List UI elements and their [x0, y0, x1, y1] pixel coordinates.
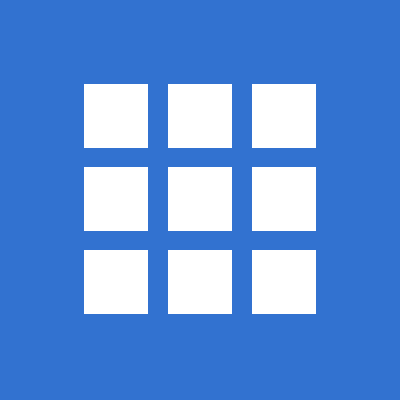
grid-tile — [168, 250, 232, 314]
grid-tile — [252, 250, 316, 314]
grid-tile — [168, 167, 232, 231]
tile-grid — [84, 84, 316, 316]
grid-tile — [84, 167, 148, 231]
grid-tile — [84, 84, 148, 148]
grid-tile — [168, 84, 232, 148]
grid-tile — [252, 84, 316, 148]
grid-tile — [252, 167, 316, 231]
grid-tile — [84, 250, 148, 314]
app-grid-icon — [0, 0, 400, 400]
